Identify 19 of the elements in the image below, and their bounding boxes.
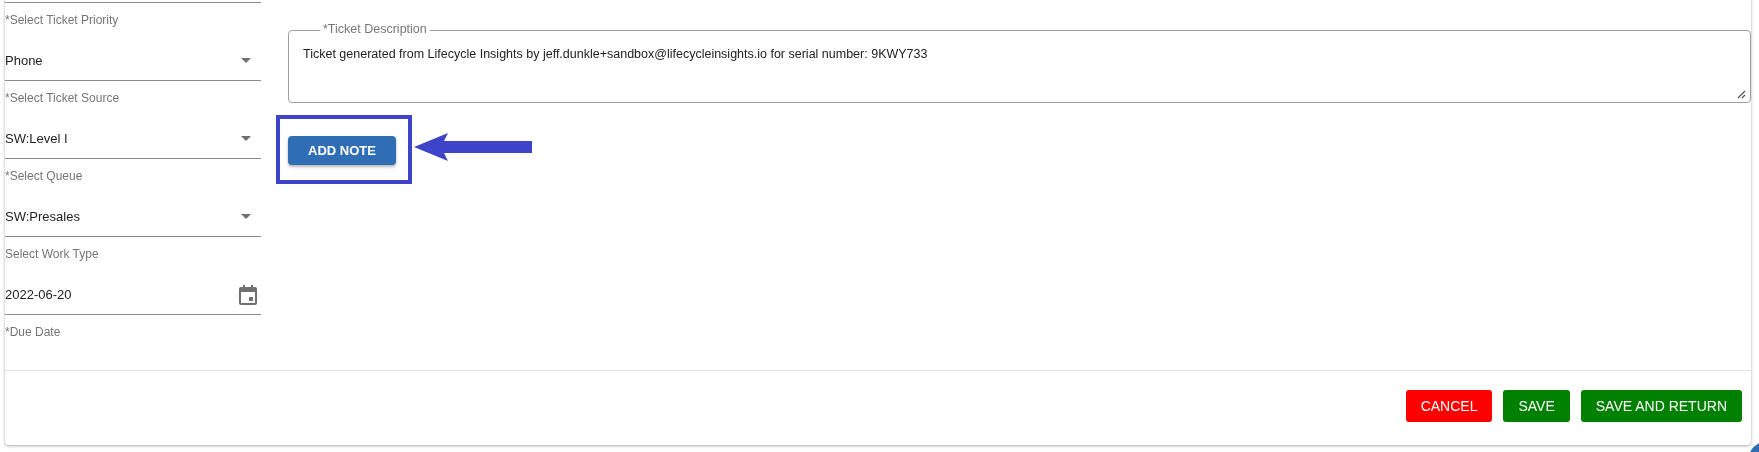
field-caption: *Select Queue [5,168,84,185]
date-field[interactable]: 2022-06-20 [5,275,261,315]
field-label: *Ticket Description [320,22,430,36]
select-field[interactable]: Phone [5,41,261,81]
caret-icon [241,58,251,63]
field-caption: Select Work Type [5,246,100,263]
field-caption: *Select Ticket Priority [5,12,120,29]
add-note-button[interactable]: ADD NOTE [288,136,396,165]
cancel-button[interactable]: CANCEL [1405,390,1493,422]
save-button[interactable]: SAVE [1503,390,1570,422]
save-button[interactable]: SAVE AND RETURN [1580,390,1742,422]
field-caption: *Due Date [5,324,62,341]
select-field[interactable]: SW:Level I [5,119,261,159]
calendar-icon[interactable] [239,284,257,305]
select-field[interactable]: SW:Presales [5,197,261,237]
resize-handle-icon[interactable] [1737,90,1746,99]
field-caption: *Select Ticket Source [5,90,121,107]
caret-icon [241,214,251,219]
caret-icon [241,136,251,141]
